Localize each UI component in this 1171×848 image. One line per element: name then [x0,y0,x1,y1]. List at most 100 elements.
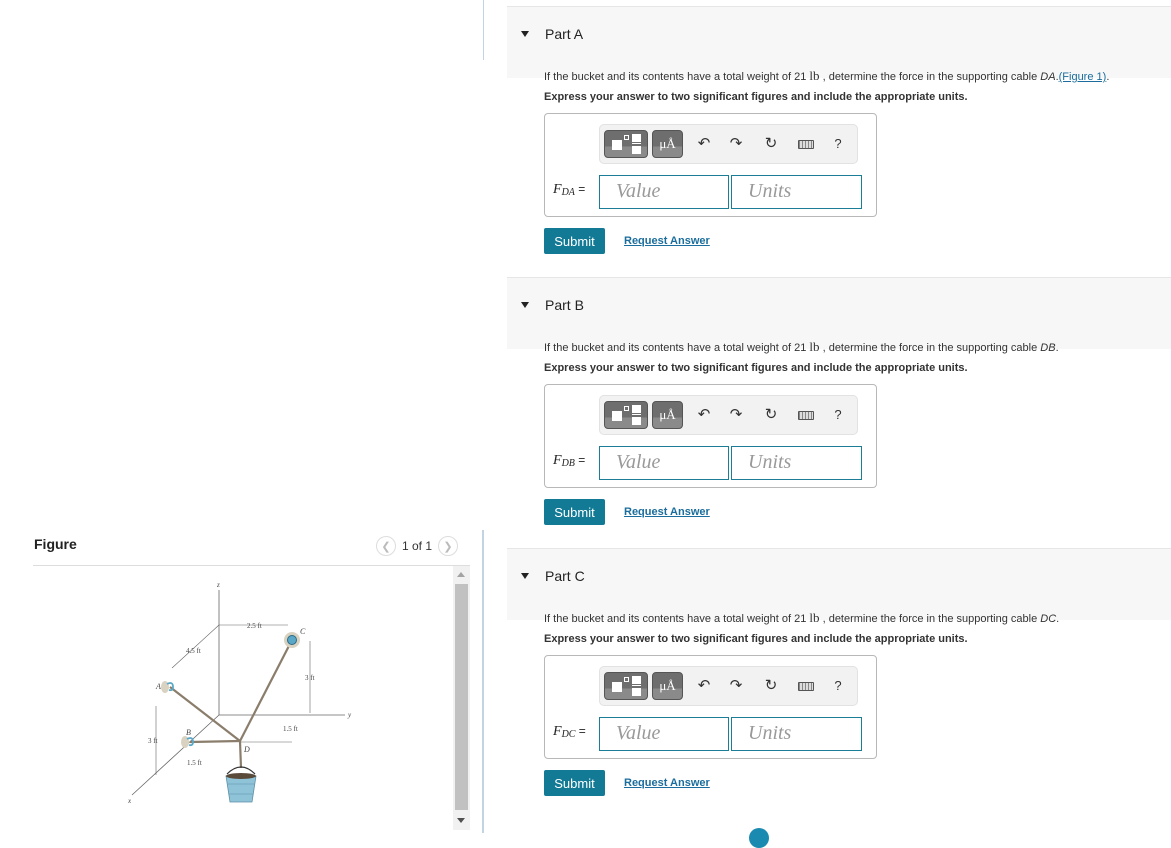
figure-pager: ❮ 1 of 1 ❯ [376,536,459,556]
help-icon[interactable]: ? [828,134,848,154]
figure-diagram: z y x 2.5 ft 4.5 ft 3 ft 3 ft 1.5 ft 1.5… [127,581,352,805]
templates-button[interactable] [604,130,648,158]
undo-icon[interactable]: ↶ [694,134,714,154]
cable-name: DB [1040,342,1056,354]
var-sub: DC [561,729,576,740]
value-input[interactable]: Value [599,717,729,751]
templates-button[interactable] [604,401,648,429]
variable-label: FDC = [553,724,586,740]
collapse-caret-icon[interactable] [521,302,529,308]
link-suffix: . [1106,71,1110,83]
question-prefix: If the bucket and its contents have a to… [544,342,810,354]
cable-name: DA [1040,71,1056,83]
variable-label: FDA = [553,182,585,198]
question-text: If the bucket and its contents have a to… [544,68,1109,84]
keyboard-icon[interactable] [798,682,814,691]
weight-unit: lb [809,339,820,354]
question-mid: , determine the force in the supporting … [819,71,1041,83]
reset-icon[interactable]: ↻ [761,676,781,696]
label-c: C [300,627,306,636]
instruction-text: Express your answer to two significant f… [544,362,968,374]
pane-divider[interactable] [482,530,484,833]
variable-label: FDB = [553,453,585,469]
units-button[interactable]: μÅ [652,130,683,158]
bucket-icon [225,766,257,803]
units-input[interactable]: Units [731,446,862,480]
var-main: F [553,453,562,468]
submit-button[interactable]: Submit [544,770,605,796]
part-title: Part A [545,26,584,42]
help-icon[interactable]: ? [828,676,848,696]
dim-1-5-ft-bottom: 1.5 ft [187,759,202,767]
question-text: If the bucket and its contents have a to… [544,339,1059,355]
keyboard-icon[interactable] [798,140,814,149]
scrollbar-thumb[interactable] [455,584,468,810]
undo-icon[interactable]: ↶ [694,405,714,425]
part-title: Part B [545,297,584,313]
answer-box: μÅ ↶ ↷ ↻ ? FDA = Value Units [544,113,877,217]
instruction-text: Express your answer to two significant f… [544,91,968,103]
figure-panel: Figure ❮ 1 of 1 ❯ z y x 2.5 ft 4.5 ft 3 … [0,0,483,833]
cable-db [189,739,241,744]
figure-scrollbar[interactable] [453,566,470,830]
request-answer-link[interactable]: Request Answer [624,777,710,789]
question-suffix: . [1055,342,1059,354]
math-toolbar: μÅ ↶ ↷ ↻ ? [599,124,858,164]
figure-link[interactable]: (Figure 1) [1059,71,1107,83]
chevron-right-icon: ❯ [443,540,453,553]
submit-button[interactable]: Submit [544,228,605,254]
scroll-up-arrow-icon[interactable] [457,572,465,577]
reset-icon[interactable]: ↻ [761,405,781,425]
part-a: Part A If the bucket and its contents ha… [507,6,1171,254]
redo-icon[interactable]: ↷ [726,405,746,425]
pane-divider-top [483,0,484,60]
request-answer-link[interactable]: Request Answer [624,506,710,518]
units-input[interactable]: Units [731,717,862,751]
help-icon[interactable]: ? [828,405,848,425]
question-mid: , determine the force in the supporting … [819,342,1041,354]
cable-da [169,686,241,742]
var-main: F [553,182,562,197]
part-title: Part C [545,568,585,584]
keyboard-icon[interactable] [798,411,814,420]
axis-x-label: x [127,797,132,805]
request-answer-link[interactable]: Request Answer [624,235,710,247]
value-input[interactable]: Value [599,446,729,480]
answer-box: μÅ ↶ ↷ ↻ ? FDC = Value Units [544,655,877,759]
equals-sign: = [575,724,586,738]
question-text: If the bucket and its contents have a to… [544,610,1059,626]
scroll-down-arrow-icon[interactable] [457,818,465,823]
math-toolbar: μÅ ↶ ↷ ↻ ? [599,666,858,706]
var-sub: DA [561,187,575,198]
answer-box: μÅ ↶ ↷ ↻ ? FDB = Value Units [544,384,877,488]
question-suffix: . [1056,613,1060,625]
dim-2-5-ft: 2.5 ft [247,622,262,630]
submit-button[interactable]: Submit [544,499,605,525]
templates-button[interactable] [604,672,648,700]
collapse-caret-icon[interactable] [521,31,529,37]
loading-indicator [749,828,769,848]
redo-icon[interactable]: ↷ [726,134,746,154]
question-prefix: If the bucket and its contents have a to… [544,613,810,625]
cable-name: DC [1040,613,1057,625]
dim-4-5-ft: 4.5 ft [186,647,201,655]
units-button[interactable]: μÅ [652,672,683,700]
x-axis [131,714,220,796]
instruction-text: Express your answer to two significant f… [544,633,968,645]
undo-icon[interactable]: ↶ [694,676,714,696]
label-b: B [186,728,191,737]
units-button[interactable]: μÅ [652,401,683,429]
chevron-left-icon: ❮ [381,540,391,553]
prev-figure-button[interactable]: ❮ [376,536,396,556]
figure-title: Figure [34,536,77,552]
redo-icon[interactable]: ↷ [726,676,746,696]
next-figure-button[interactable]: ❯ [438,536,459,556]
var-sub: DB [561,458,575,469]
collapse-caret-icon[interactable] [521,573,529,579]
question-prefix: If the bucket and its contents have a to… [544,71,810,83]
var-main: F [553,724,562,739]
label-a: A [155,682,161,691]
value-input[interactable]: Value [599,175,729,209]
reset-icon[interactable]: ↻ [761,134,781,154]
units-input[interactable]: Units [731,175,862,209]
